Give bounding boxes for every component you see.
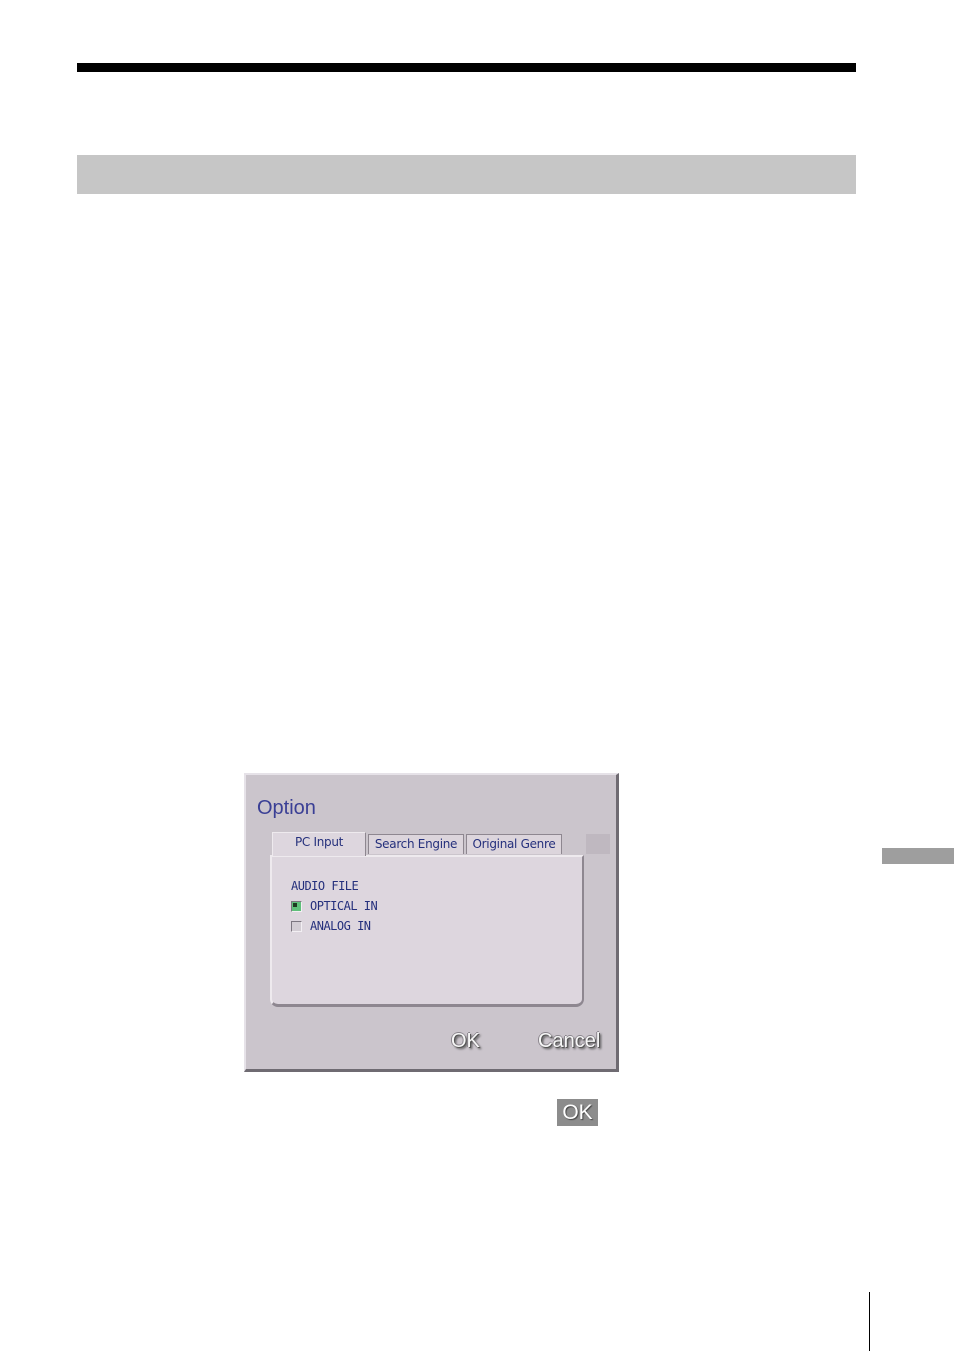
audio-file-group-label: AUDIO FILE: [291, 879, 359, 893]
dialog-title: Option: [257, 797, 316, 819]
analog-in-label: ANALOG IN: [310, 919, 371, 933]
tab-original-genre[interactable]: Original Genre: [466, 834, 562, 854]
pc-input-panel: AUDIO FILE OPTICAL IN ANALOG IN: [270, 855, 584, 1007]
optical-in-label: OPTICAL IN: [310, 899, 378, 913]
ok-button[interactable]: OK: [451, 1030, 480, 1053]
section-header-band: [77, 155, 856, 194]
tab-search-engine[interactable]: Search Engine: [368, 834, 464, 854]
footer-rule: [869, 1292, 870, 1351]
optical-in-checkbox[interactable]: [291, 901, 302, 912]
tab-strip-filler: [586, 834, 610, 854]
cancel-button[interactable]: Cancel: [538, 1030, 600, 1053]
inline-ok-button-image: OK: [557, 1099, 598, 1126]
option-dialog: Option PC Input Search Engine Original G…: [244, 773, 619, 1072]
analog-in-checkbox[interactable]: [291, 921, 302, 932]
tab-pc-input[interactable]: PC Input: [272, 832, 366, 856]
side-index-tab: [882, 848, 954, 864]
top-rule: [77, 63, 856, 72]
